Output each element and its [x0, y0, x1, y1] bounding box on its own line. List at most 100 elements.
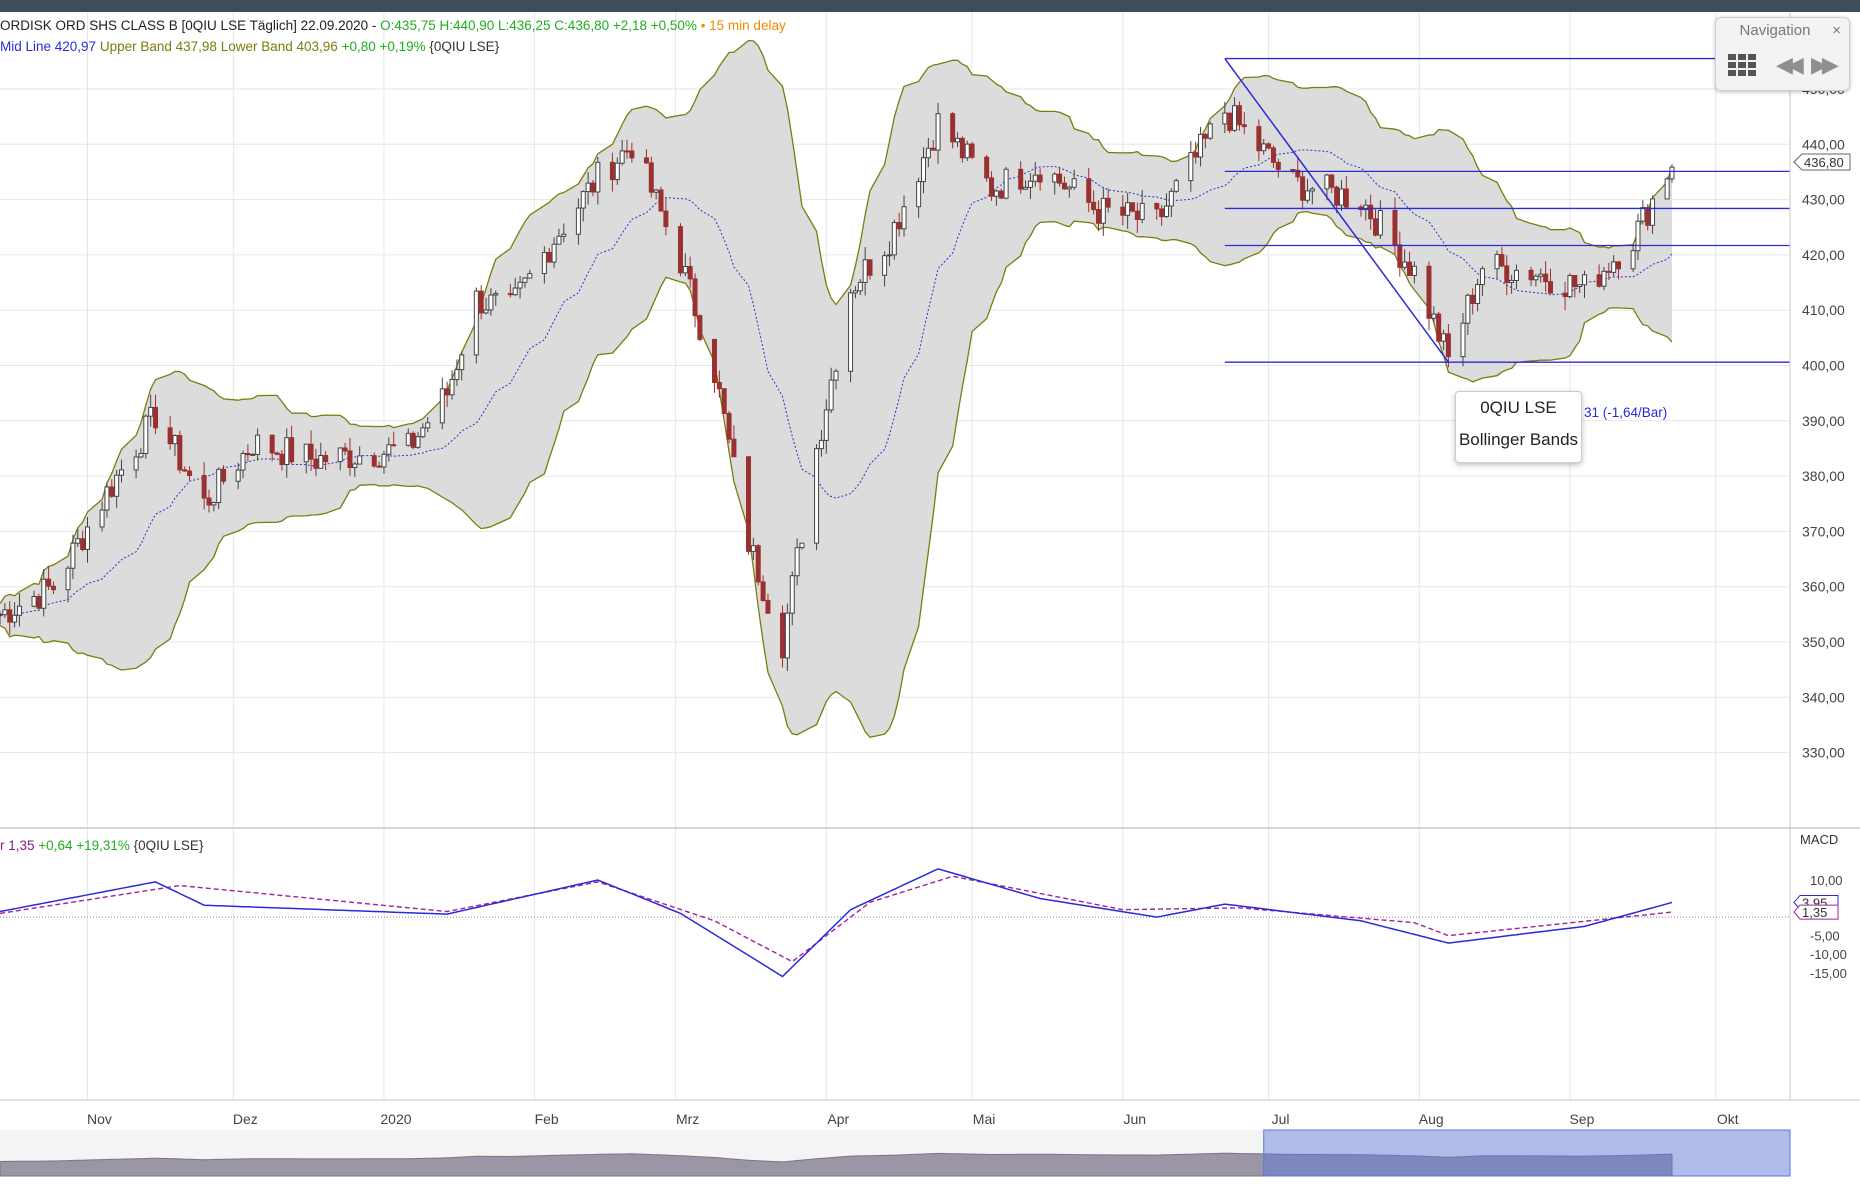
month-label: Sep [1569, 1111, 1594, 1127]
candle-body [955, 137, 961, 143]
candle-body [896, 222, 902, 230]
month-label: Jun [1123, 1111, 1146, 1127]
rewind-icon[interactable]: ◀◀ [1776, 54, 1804, 76]
candle-body [517, 281, 523, 289]
candle-body [1645, 207, 1651, 226]
candle-body [1611, 261, 1617, 273]
candle-body [852, 290, 858, 294]
candle-body [1125, 202, 1131, 216]
candle-body [70, 542, 76, 569]
macd-tick-label: -5,00 [1810, 929, 1840, 944]
price-chart[interactable]: MACD10,00-5,00-10,00-15,003,951,35 450,0… [0, 12, 1860, 1188]
grid-icon[interactable] [1728, 54, 1756, 76]
candle-body [799, 542, 805, 549]
candle-body [1309, 188, 1315, 192]
candle-body [920, 157, 926, 183]
candle-body [731, 438, 737, 458]
candle [1227, 112, 1233, 134]
candle-body [575, 207, 581, 235]
candle-body [595, 161, 601, 193]
candle-body [765, 599, 771, 614]
candle-body [677, 226, 683, 274]
candle-body [308, 443, 314, 460]
candle-body [1300, 176, 1306, 201]
candle-body [114, 474, 120, 497]
candle-body [726, 412, 732, 440]
candle-body [250, 453, 256, 456]
candle-body [1198, 133, 1204, 158]
candle-body [1499, 254, 1505, 267]
candle-body [143, 415, 149, 454]
candle-body [31, 596, 37, 607]
band-symbol: {0QIU LSE} [429, 39, 500, 54]
close-icon[interactable]: × [1832, 22, 1841, 39]
candle [697, 314, 703, 342]
candle-body [1402, 261, 1408, 268]
candle-body [80, 538, 86, 550]
candle-body [1528, 269, 1534, 281]
candle-body [391, 444, 397, 447]
candle-body [784, 612, 790, 659]
candle-body [1664, 178, 1670, 200]
candle-body [16, 605, 22, 616]
candle-body [12, 614, 18, 623]
candle-body [318, 455, 324, 469]
candle-body [216, 468, 222, 504]
navigation-panel: Navigation × ◀◀ ▶▶ [1715, 17, 1850, 91]
candle-body [2, 609, 8, 616]
symbol-header: ORDISK ORD SHS CLASS B [0QIU LSE Täglich… [0, 18, 786, 33]
candle [36, 593, 42, 611]
candle [473, 287, 479, 364]
price-tick-label: 410,00 [1802, 302, 1845, 318]
candle [814, 444, 820, 551]
candle-body [357, 455, 363, 465]
candle-body [1377, 209, 1383, 236]
price-tick-label: 350,00 [1802, 634, 1845, 650]
candle-body [789, 575, 795, 614]
candle-body [1037, 174, 1043, 183]
candle-body [371, 455, 377, 467]
candle-body [1129, 202, 1135, 212]
macd-line [0, 868, 1673, 978]
candle-body [342, 447, 348, 452]
price-tick-label: 360,00 [1802, 579, 1845, 595]
candle-body [50, 585, 56, 591]
candle-body [1066, 186, 1072, 190]
candle-body [984, 156, 990, 179]
candle-body [138, 452, 144, 458]
candle-body [590, 182, 596, 193]
candle-body [546, 251, 552, 263]
candle-body [1188, 152, 1194, 182]
candle [1664, 176, 1670, 200]
candle-body [1304, 190, 1310, 201]
candle-body [507, 293, 513, 296]
month-label: Aug [1419, 1111, 1444, 1127]
macd-symbol: {0QIU LSE} [133, 838, 204, 853]
candle-body [1426, 265, 1432, 319]
macd-tick-label: -10,00 [1810, 947, 1847, 962]
candle-body [133, 456, 139, 471]
candle-body [1582, 274, 1588, 286]
candle-body [289, 437, 295, 463]
candle-body [1397, 244, 1403, 268]
candle-body [882, 255, 888, 276]
candle-body [488, 294, 494, 311]
candle-body [1509, 279, 1515, 283]
candle-body [1577, 284, 1583, 288]
symbol-title: ORDISK ORD SHS CLASS B [0QIU LSE Täglich… [0, 18, 381, 33]
candle-body [648, 162, 654, 193]
candle-body [814, 448, 820, 544]
candle-body [493, 293, 499, 296]
candle [1003, 167, 1009, 200]
candle-body [1173, 180, 1179, 192]
candle-body [1436, 313, 1442, 342]
candle-body [614, 162, 620, 181]
candle-body [454, 369, 460, 380]
candle-body [376, 465, 382, 468]
candle-body [36, 596, 42, 609]
candle-body [619, 150, 625, 164]
fast-forward-icon[interactable]: ▶▶ [1811, 54, 1839, 76]
candle-body [425, 422, 431, 429]
candle-body [1567, 275, 1573, 298]
candle [692, 273, 698, 328]
